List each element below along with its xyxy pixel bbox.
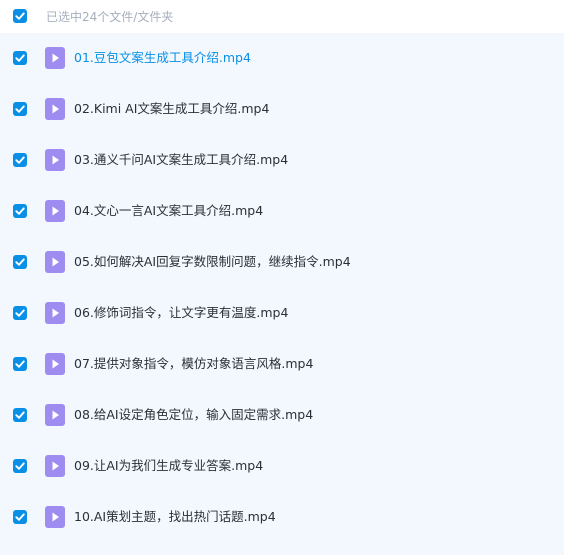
file-name[interactable]: 04.文心一言AI文案工具介绍.mp4 xyxy=(74,202,263,220)
row-checkbox[interactable] xyxy=(13,306,27,320)
file-name[interactable]: 06.修饰词指令，让文字更有温度.mp4 xyxy=(74,304,288,322)
file-name[interactable]: 03.通义千问AI文案生成工具介绍.mp4 xyxy=(74,151,288,169)
file-row[interactable]: 04.文心一言AI文案工具介绍.mp4 xyxy=(0,186,564,237)
video-file-icon xyxy=(45,506,65,528)
video-file-icon xyxy=(45,149,65,171)
checkmark-icon xyxy=(15,156,25,164)
video-file-icon xyxy=(45,200,65,222)
checkmark-icon xyxy=(15,411,25,419)
row-checkbox[interactable] xyxy=(13,459,27,473)
video-file-icon xyxy=(45,404,65,426)
video-file-icon xyxy=(45,353,65,375)
file-row[interactable]: 02.Kimi AI文案生成工具介绍.mp4 xyxy=(0,84,564,135)
row-checkbox[interactable] xyxy=(13,204,27,218)
row-checkbox[interactable] xyxy=(13,102,27,116)
file-row[interactable]: 08.给AI设定角色定位，输入固定需求.mp4 xyxy=(0,390,564,441)
video-file-icon xyxy=(45,251,65,273)
checkmark-icon xyxy=(15,54,25,62)
file-name[interactable]: 02.Kimi AI文案生成工具介绍.mp4 xyxy=(74,100,269,118)
row-checkbox[interactable] xyxy=(13,51,27,65)
file-row[interactable]: 09.让AI为我们生成专业答案.mp4 xyxy=(0,441,564,492)
row-checkbox[interactable] xyxy=(13,408,27,422)
select-all-checkbox[interactable] xyxy=(13,9,27,23)
file-name[interactable]: 01.豆包文案生成工具介绍.mp4 xyxy=(74,49,251,67)
row-checkbox[interactable] xyxy=(13,153,27,167)
checkmark-icon xyxy=(15,309,25,317)
file-row[interactable]: 06.修饰词指令，让文字更有温度.mp4 xyxy=(0,288,564,339)
video-file-icon xyxy=(45,47,65,69)
file-row[interactable]: 03.通义千问AI文案生成工具介绍.mp4 xyxy=(0,135,564,186)
file-name[interactable]: 08.给AI设定角色定位，输入固定需求.mp4 xyxy=(74,406,313,424)
file-name[interactable]: 07.提供对象指令，模仿对象语言风格.mp4 xyxy=(74,355,313,373)
checkmark-icon xyxy=(15,105,25,113)
file-list: 01.豆包文案生成工具介绍.mp4 02.Kimi AI文案生成工具介绍.mp4… xyxy=(0,33,564,555)
video-file-icon xyxy=(45,302,65,324)
file-list-panel: 已选中24个文件/文件夹 01.豆包文案生成工具介绍.mp4 02.Kimi A… xyxy=(0,0,564,555)
video-file-icon xyxy=(45,98,65,120)
file-row[interactable]: 01.豆包文案生成工具介绍.mp4 xyxy=(0,33,564,84)
file-row[interactable]: 10.AI策划主题，找出热门话题.mp4 xyxy=(0,492,564,543)
checkmark-icon xyxy=(15,258,25,266)
file-name[interactable]: 05.如何解决AI回复字数限制问题，继续指令.mp4 xyxy=(74,253,351,271)
selection-header: 已选中24个文件/文件夹 xyxy=(0,0,564,33)
row-checkbox[interactable] xyxy=(13,255,27,269)
checkmark-icon xyxy=(15,360,25,368)
checkmark-icon xyxy=(15,462,25,470)
file-name[interactable]: 09.让AI为我们生成专业答案.mp4 xyxy=(74,457,263,475)
video-file-icon xyxy=(45,455,65,477)
file-row[interactable]: 07.提供对象指令，模仿对象语言风格.mp4 xyxy=(0,339,564,390)
checkmark-icon xyxy=(15,12,25,20)
row-checkbox[interactable] xyxy=(13,357,27,371)
file-row[interactable]: 05.如何解决AI回复字数限制问题，继续指令.mp4 xyxy=(0,237,564,288)
checkmark-icon xyxy=(15,207,25,215)
selection-summary: 已选中24个文件/文件夹 xyxy=(46,10,174,24)
checkmark-icon xyxy=(15,513,25,521)
file-name[interactable]: 10.AI策划主题，找出热门话题.mp4 xyxy=(74,508,276,526)
row-checkbox[interactable] xyxy=(13,510,27,524)
